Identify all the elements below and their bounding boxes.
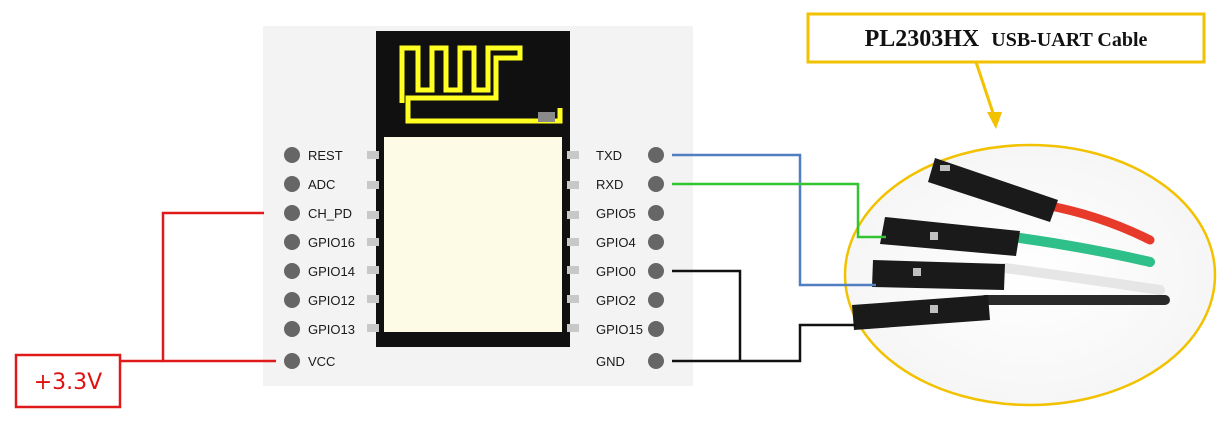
pin-gpio14: GPIO14 <box>284 263 355 279</box>
pin-label: GPIO0 <box>596 264 636 279</box>
pin-gpio15: GPIO15 <box>596 321 664 337</box>
pin-gpio12: GPIO12 <box>284 292 355 308</box>
pin-adc: ADC <box>284 176 335 192</box>
pin-gpio4: GPIO4 <box>596 234 664 250</box>
rxd-wire <box>672 182 886 239</box>
pin-label: GND <box>596 354 625 369</box>
supply-label: +3.3V <box>34 370 102 395</box>
gnd-wire <box>672 323 856 363</box>
pin-label: GPIO12 <box>308 293 355 308</box>
callout-pointer <box>974 61 996 117</box>
power-wire <box>161 211 276 363</box>
pin-label: GPIO2 <box>596 293 636 308</box>
pin-label: GPIO5 <box>596 206 636 221</box>
module-shield <box>384 137 562 332</box>
pin-gpio2: GPIO2 <box>596 292 664 308</box>
pin-label: REST <box>308 148 343 163</box>
pin-gpio16: GPIO16 <box>284 234 355 250</box>
pin-ch-pd: CH_PD <box>284 205 352 221</box>
pin-gpio5: GPIO5 <box>596 205 664 221</box>
diagram-canvas: REST ADC CH_PD GPIO16 GPIO14 GPIO12 GPIO… <box>14 12 1217 409</box>
antenna-chip <box>538 112 555 122</box>
callout-title-sub: USB-UART Cable <box>991 29 1147 51</box>
pin-rest: REST <box>284 147 343 163</box>
pin-label: GPIO13 <box>308 322 355 337</box>
cable-photo <box>843 143 1217 407</box>
pin-gpio0: GPIO0 <box>596 263 664 279</box>
pin-label: VCC <box>308 354 335 369</box>
callout-title-main: PL2303HX <box>865 26 980 52</box>
pin-label: ADC <box>308 177 335 192</box>
wiring-diagram: REST ADC CH_PD GPIO16 GPIO14 GPIO12 GPIO… <box>0 0 1217 427</box>
cable-callout: PL2303HX USB-UART Cable <box>806 12 1206 129</box>
callout-arrowhead-icon <box>987 112 1002 129</box>
pin-label: TXD <box>596 148 622 163</box>
pin-label: GPIO4 <box>596 235 636 250</box>
pin-label: RXD <box>596 177 623 192</box>
callout-label: PL2303HX USB-UART Cable <box>865 26 1148 52</box>
connector-blue <box>872 260 1005 290</box>
power-supply-group: +3.3V <box>14 211 276 409</box>
pin-label: GPIO15 <box>596 322 643 337</box>
pin-label: GPIO16 <box>308 235 355 250</box>
pin-vcc: VCC <box>284 353 335 369</box>
pin-gpio13: GPIO13 <box>284 321 355 337</box>
pin-label: GPIO14 <box>308 264 355 279</box>
pin-label: CH_PD <box>308 206 352 221</box>
